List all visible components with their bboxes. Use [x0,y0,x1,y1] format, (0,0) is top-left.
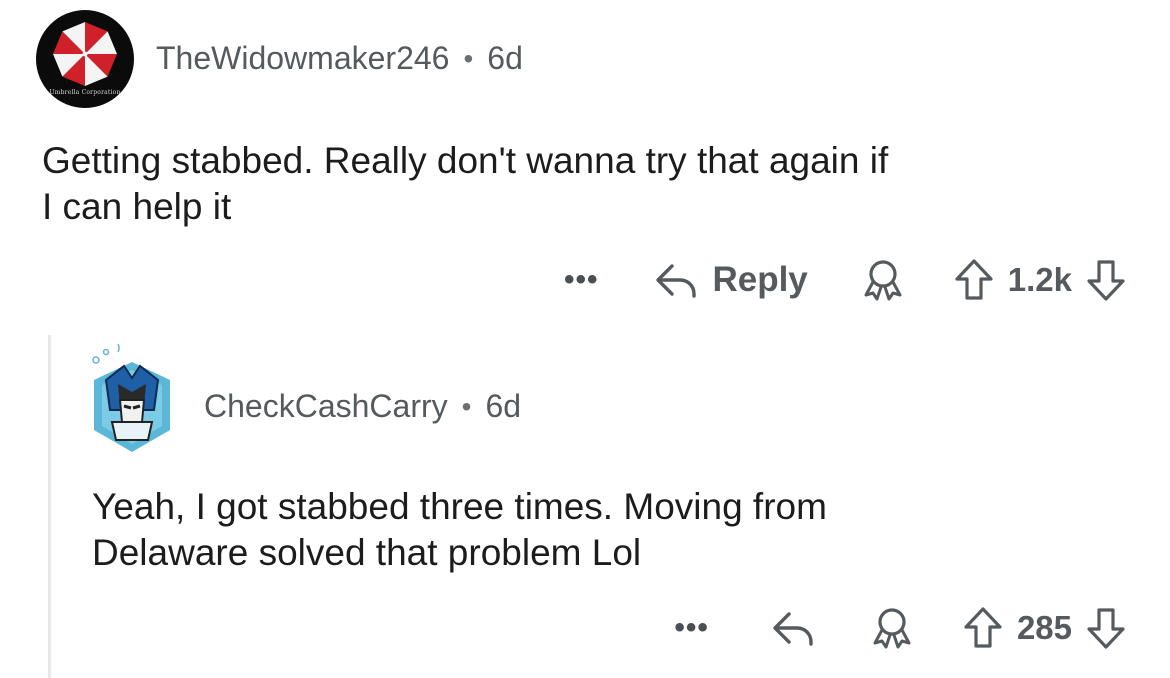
downvote-arrow-icon [1087,608,1125,649]
avatar[interactable] [84,340,180,458]
upvote-button[interactable] [954,258,994,302]
meta-separator: • [461,390,472,422]
comment-body-line: Delaware solved that problem Lol [92,532,642,573]
thread-line[interactable] [48,335,51,678]
comment-actions: ••• 285 [674,598,1126,658]
comment-age: 6d [487,40,523,76]
downvote-button[interactable] [1086,258,1126,302]
logo-caption: Umbrella Corporation [49,89,121,96]
comment-body-line: Yeah, I got stabbed three times. Moving … [92,486,827,527]
more-options-button[interactable]: ••• [674,611,709,645]
award-icon [873,608,911,649]
reply-arrow-icon [656,264,697,298]
username[interactable]: CheckCashCarry [204,388,448,425]
vote-score: 1.2k [1007,261,1072,298]
comment-body-line: Getting stabbed. Really don't wanna try … [42,140,889,181]
award-button[interactable] [869,605,915,651]
comment-body-line: I can help it [42,186,232,227]
award-icon [864,260,902,301]
downvote-arrow-icon [1087,260,1125,301]
more-options-button[interactable]: ••• [564,263,599,297]
comment-meta: TheWidowmaker246 • 6d [156,40,523,77]
award-button[interactable] [860,257,906,303]
reply-button[interactable]: Reply [654,260,808,300]
comment-age: 6d [485,388,522,424]
downvote-button[interactable] [1086,606,1126,650]
vote-score: 285 [1016,609,1072,646]
upvote-arrow-icon [964,607,1002,648]
reply-label: Reply [712,260,808,299]
upvote-arrow-icon [955,259,993,300]
upvote-button[interactable] [963,606,1003,650]
username[interactable]: TheWidowmaker246 [156,40,449,77]
comment-meta: CheckCashCarry • 6d [204,388,521,425]
meta-separator: • [463,42,474,74]
comment-actions: ••• Reply 1.2k [564,250,1126,310]
reply-arrow-icon [773,612,813,646]
comment-body: Getting stabbed. Really don't wanna try … [42,138,1142,230]
reply-button[interactable] [771,608,817,648]
comment-body: Yeah, I got stabbed three times. Moving … [92,484,1132,576]
avatar[interactable]: Umbrella Corporation [36,10,134,108]
robot-avatar-icon [92,343,170,452]
